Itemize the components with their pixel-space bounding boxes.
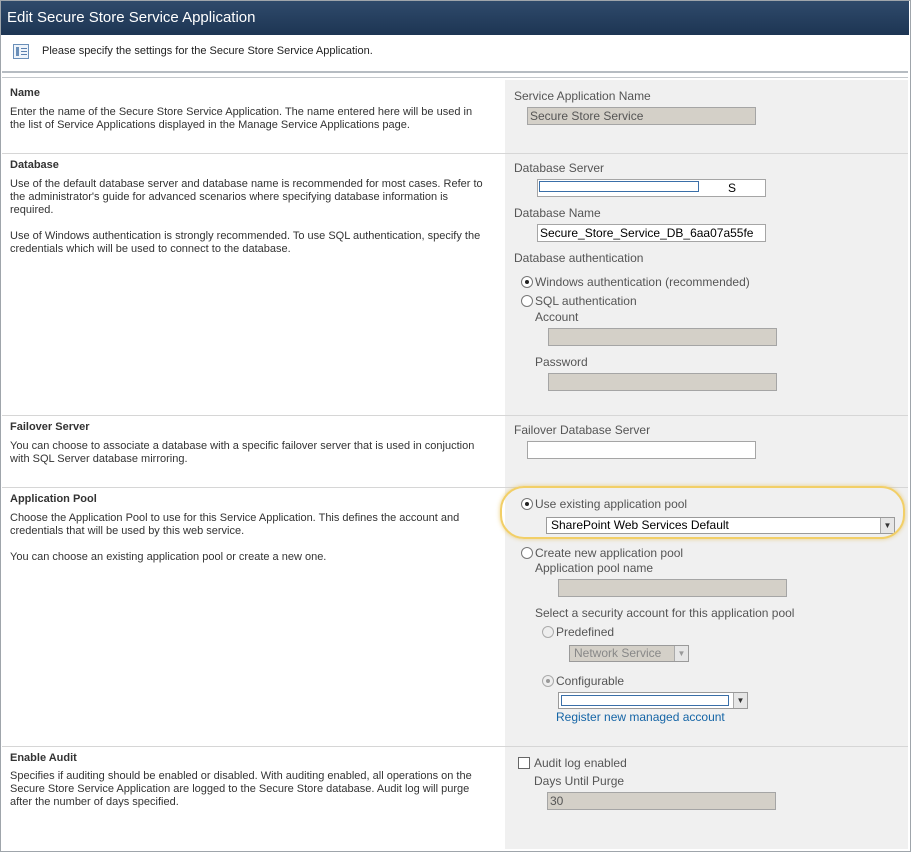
section-failover-fields: Failover Database Server	[505, 416, 908, 487]
audit-log-checkbox[interactable]	[518, 757, 530, 769]
use-existing-pool-label: Use existing application pool	[535, 497, 688, 511]
pool-name-label: Application pool name	[535, 561, 654, 575]
configurable-label: Configurable	[556, 674, 625, 688]
section-app-pool: Application Pool Choose the Application …	[2, 488, 908, 747]
chevron-down-icon[interactable]: ▼	[674, 646, 688, 661]
section-description: Specifies if auditing should be enabled …	[10, 770, 472, 808]
section-title: Application Pool	[10, 493, 97, 505]
section-app-pool-fields: Use existing application pool SharePoint…	[505, 488, 908, 746]
service-app-name-input[interactable]: Secure Store Service	[527, 107, 756, 125]
section-name-fields: Service Application Name Secure Store Se…	[505, 80, 908, 153]
database-name-label: Database Name	[514, 206, 601, 220]
section-title: Name	[10, 87, 40, 99]
section-database-description: Database Use of the default database ser…	[2, 154, 505, 415]
section-description: Choose the Application Pool to use for t…	[10, 512, 460, 537]
predefined-account-select[interactable]: Network Service ▼	[569, 645, 689, 662]
dialog-title: Edit Secure Store Service Application	[1, 1, 909, 35]
redaction-mark	[539, 181, 699, 192]
section-audit-fields: Audit log enabled Days Until Purge 30	[505, 747, 908, 849]
account-label: Account	[535, 310, 579, 324]
intro-text: Please specify the settings for the Secu…	[42, 45, 373, 57]
divider	[2, 71, 908, 73]
sql-auth-label: SQL authentication	[535, 294, 637, 308]
predefined-label: Predefined	[556, 625, 615, 639]
predefined-account-value: Network Service	[574, 646, 662, 660]
windows-auth-label: Windows authentication (recommended)	[535, 275, 750, 289]
database-name-input[interactable]: Secure_Store_Service_DB_6aa07a55fe	[537, 224, 766, 242]
redaction-mark	[561, 695, 729, 706]
list-icon	[13, 44, 29, 59]
chevron-down-icon[interactable]: ▼	[880, 518, 894, 533]
chevron-down-icon[interactable]: ▼	[733, 693, 747, 708]
configurable-radio[interactable]	[542, 675, 554, 687]
section-title: Failover Server	[10, 421, 90, 433]
section-audit: Enable Audit Specifies if auditing shoul…	[2, 747, 908, 849]
section-name: Name Enter the name of the Secure Store …	[2, 80, 908, 154]
register-managed-account-link[interactable]: Register new managed account	[556, 710, 725, 724]
days-until-purge-input[interactable]: 30	[547, 792, 776, 810]
failover-server-label: Failover Database Server	[514, 423, 651, 437]
predefined-radio[interactable]	[542, 626, 554, 638]
section-description: You can choose to associate a database w…	[10, 440, 475, 465]
section-name-description: Name Enter the name of the Secure Store …	[2, 80, 505, 153]
divider	[2, 77, 908, 78]
password-label: Password	[535, 355, 588, 369]
windows-auth-radio[interactable]	[521, 276, 533, 288]
section-description: Use of Windows authentication is strongl…	[10, 230, 481, 255]
service-app-name-label: Service Application Name	[514, 89, 651, 103]
database-server-label: Database Server	[514, 161, 605, 175]
create-new-pool-label: Create new application pool	[535, 546, 684, 560]
use-existing-pool-radio[interactable]	[521, 498, 533, 510]
section-audit-description: Enable Audit Specifies if auditing shoul…	[2, 747, 505, 849]
section-description: Enter the name of the Secure Store Servi…	[10, 106, 473, 131]
section-description: Use of the default database server and d…	[10, 178, 483, 216]
section-description: You can choose an existing application p…	[10, 551, 327, 563]
section-title: Enable Audit	[10, 752, 77, 764]
section-title: Database	[10, 159, 59, 171]
existing-pool-select[interactable]: SharePoint Web Services Default ▼	[546, 517, 895, 534]
section-database: Database Use of the default database ser…	[2, 154, 908, 416]
create-new-pool-radio[interactable]	[521, 547, 533, 559]
password-input[interactable]	[548, 373, 777, 391]
sql-auth-radio[interactable]	[521, 295, 533, 307]
failover-server-input[interactable]	[527, 441, 756, 459]
security-account-label: Select a security account for this appli…	[535, 606, 795, 620]
account-input[interactable]	[548, 328, 777, 346]
existing-pool-value: SharePoint Web Services Default	[551, 518, 729, 532]
pool-name-input[interactable]	[558, 579, 787, 597]
audit-log-label: Audit log enabled	[534, 756, 627, 770]
database-auth-label: Database authentication	[514, 251, 644, 265]
days-until-purge-label: Days Until Purge	[534, 774, 625, 788]
section-app-pool-description: Application Pool Choose the Application …	[2, 488, 505, 746]
section-failover-description: Failover Server You can choose to associ…	[2, 416, 505, 487]
section-database-fields: Database Server S Database Name Secure_S…	[505, 154, 908, 415]
section-failover: Failover Server You can choose to associ…	[2, 416, 908, 488]
